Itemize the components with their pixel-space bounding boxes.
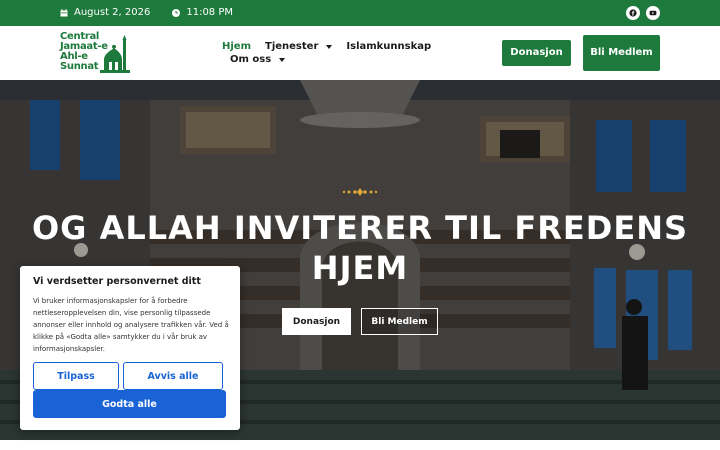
nav-item-tjenester[interactable]: Tjenester [265,41,333,52]
nav-item-om-oss[interactable]: Om oss [230,54,286,65]
facebook-icon[interactable] [626,6,640,20]
site-logo[interactable]: Central Jamaat-e Ahl-e Sunnat [60,32,132,74]
nav-item-label: Om oss [230,54,272,65]
cookie-description: Vi bruker informasjonskapsler for å forb… [33,297,229,353]
donate-button[interactable]: Donasjon [502,40,571,66]
site-header: Central Jamaat-e Ahl-e Sunnat Hjem Tjene… [0,26,720,80]
cookie-customize-button[interactable]: Tilpass [33,362,119,390]
chevron-down-icon [326,44,333,49]
social-links [626,6,660,20]
top-bar-info: August 2, 2026 11:08 PM [60,7,233,18]
clock-icon [172,8,181,17]
youtube-icon[interactable] [646,6,660,20]
chevron-down-icon [279,57,286,62]
hero-become-member-button[interactable]: Bli Medlem [361,308,438,335]
top-bar-time: 11:08 PM [186,7,233,18]
top-bar: August 2, 2026 11:08 PM [0,0,720,26]
top-bar-date: August 2, 2026 [74,7,151,18]
hero-donate-button[interactable]: Donasjon [282,308,351,335]
cookie-title: Vi verdsetter personvernet ditt [33,276,201,287]
main-nav: Hjem Tjenester Islamkunnskap Om oss [222,40,442,66]
become-member-button[interactable]: Bli Medlem [583,35,660,71]
mosque-logo-icon [100,35,130,73]
cookie-consent-panel: Vi verdsetter personvernet ditt Vi bruke… [20,266,240,430]
cookie-reject-all-button[interactable]: Avvis alle [123,362,223,390]
nav-item-label: Hjem [222,41,251,52]
nav-item-hjem[interactable]: Hjem [222,41,251,52]
ornament-divider-icon [342,188,378,196]
nav-item-label: Tjenester [265,41,319,52]
nav-item-label: Islamkunnskap [346,41,432,52]
calendar-icon [60,8,68,17]
nav-item-islamkunnskap[interactable]: Islamkunnskap [346,41,431,52]
cookie-accept-all-button[interactable]: Godta alle [33,390,226,418]
